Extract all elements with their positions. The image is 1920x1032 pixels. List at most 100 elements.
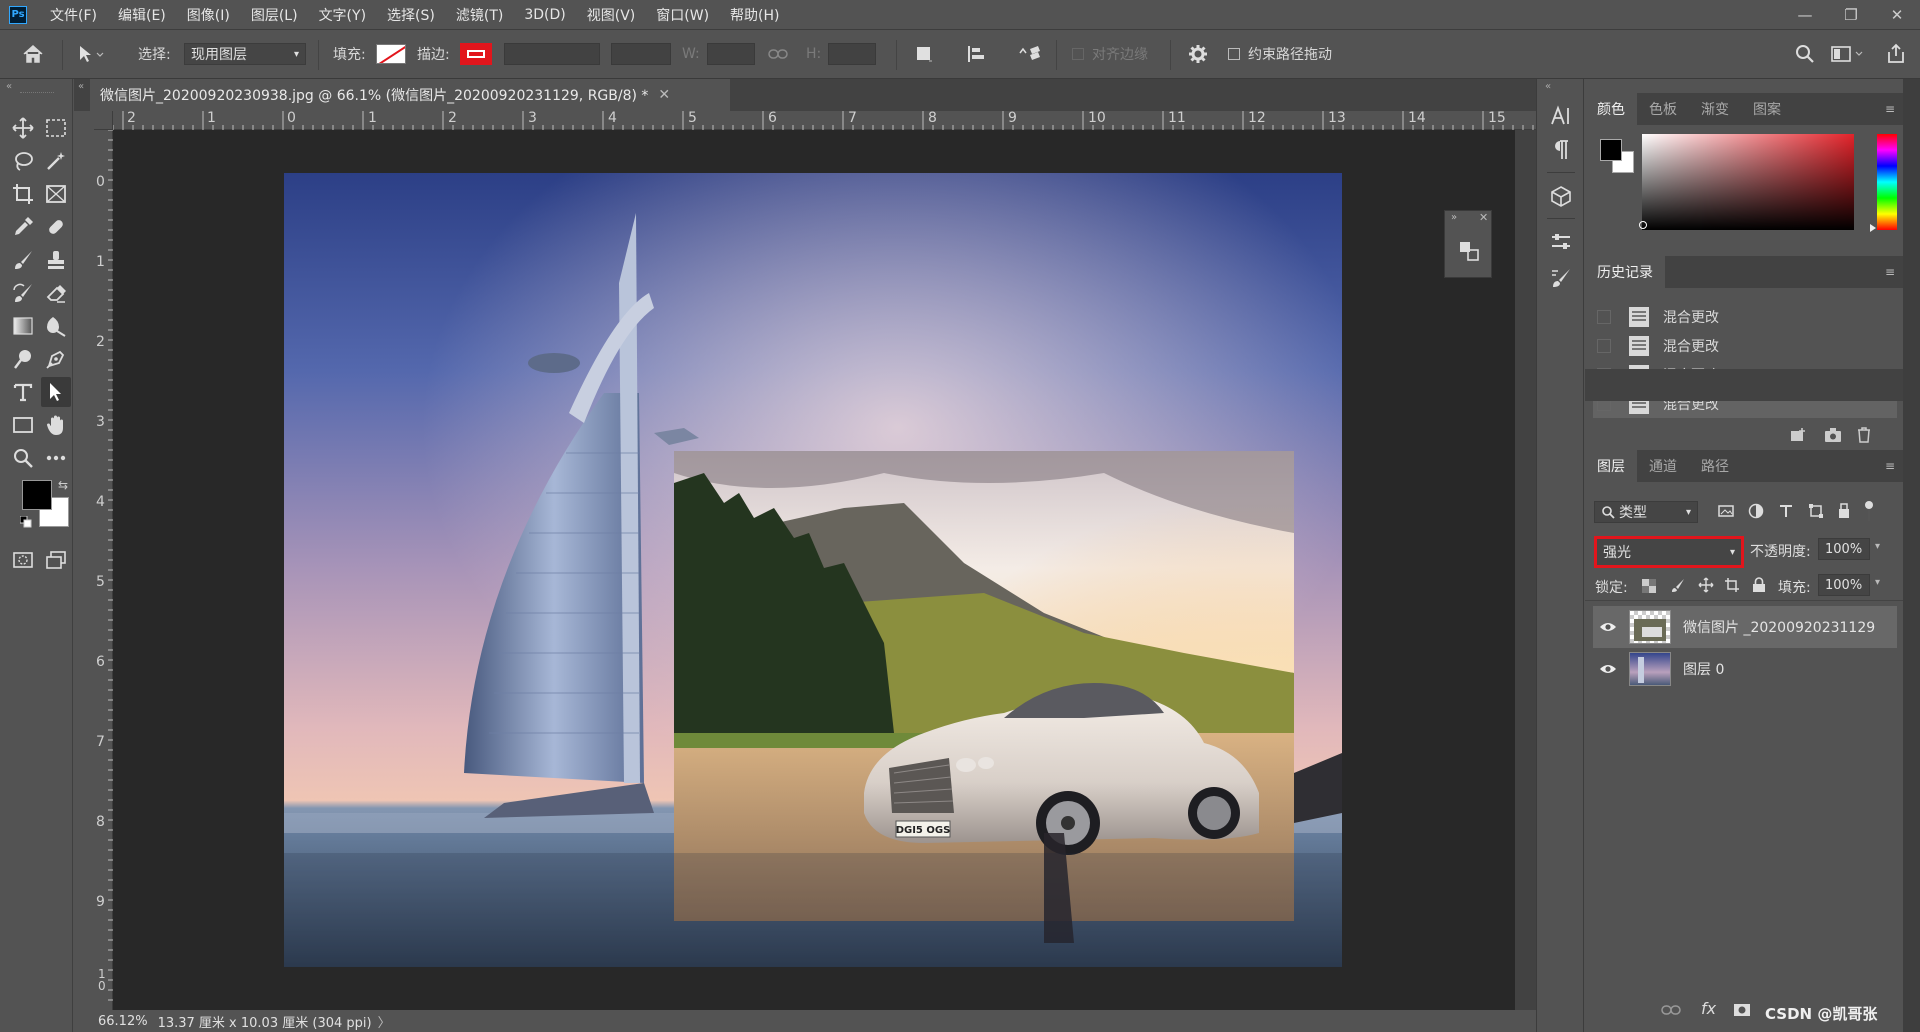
opacity-field[interactable]: 100% [1818, 538, 1870, 560]
zoom-tool-icon[interactable] [8, 443, 38, 473]
trash-icon[interactable] [1856, 427, 1872, 443]
lock-artboard-icon[interactable] [1724, 577, 1740, 593]
clone-stamp-tool-icon[interactable] [41, 245, 71, 275]
share-icon[interactable] [1886, 30, 1906, 78]
frame-tool-icon[interactable] [41, 179, 71, 209]
layer-filter-dropdown[interactable]: 类型 ▾ [1594, 501, 1698, 523]
paragraph-panel-icon[interactable] [1546, 135, 1576, 165]
stroke-type-dropdown[interactable] [611, 43, 671, 65]
panel-menu-icon[interactable]: ≡ [1885, 102, 1895, 116]
vertical-ruler[interactable]: 0 1 2 3 4 5 6 7 8 9 1 0 [94, 130, 113, 1010]
link-layers-icon[interactable] [1661, 1004, 1681, 1016]
blur-tool-icon[interactable] [41, 311, 71, 341]
camera-icon[interactable] [1824, 427, 1842, 443]
panel-menu-icon[interactable]: ≡ [1885, 265, 1895, 279]
menu-view[interactable]: 视图(V) [584, 3, 639, 27]
color-picker-field[interactable] [1642, 134, 1854, 230]
path-select-tool-icon[interactable] [76, 30, 106, 78]
panel-menu-icon[interactable]: ≡ [1885, 459, 1895, 473]
link-icon[interactable] [768, 30, 788, 78]
menu-file[interactable]: 文件(F) [47, 3, 100, 27]
magic-wand-tool-icon[interactable] [41, 146, 71, 176]
pen-tool-icon[interactable] [41, 344, 71, 374]
chevron-right-icon[interactable]: 〉 [378, 1012, 391, 1031]
brush-settings-icon[interactable] [1546, 263, 1576, 293]
direct-selection-tool-icon[interactable] [41, 377, 71, 407]
rectangle-tool-icon[interactable] [8, 410, 38, 440]
tab-color[interactable]: 颜色 [1585, 93, 1637, 125]
chevron-down-icon[interactable]: ▾ [1875, 541, 1880, 552]
menu-edit[interactable]: 编辑(E) [115, 3, 169, 27]
layer-mask-icon[interactable] [1733, 1003, 1751, 1017]
menu-type[interactable]: 文字(Y) [316, 3, 369, 27]
document-canvas[interactable]: DGI5 OGS [284, 173, 1342, 967]
lock-all-icon[interactable] [1752, 577, 1766, 593]
eyedropper-tool-icon[interactable] [8, 212, 38, 242]
width-field[interactable] [707, 43, 755, 65]
filter-type-icon[interactable] [1778, 503, 1794, 519]
marquee-tool-icon[interactable] [41, 113, 71, 143]
more-tools-icon[interactable] [41, 443, 71, 473]
eye-icon[interactable] [1593, 663, 1623, 675]
gear-icon[interactable] [1188, 30, 1208, 78]
stroke-width-field[interactable] [504, 43, 600, 65]
foreground-color-swatch[interactable] [22, 480, 52, 510]
eraser-tool-icon[interactable] [41, 278, 71, 308]
fx-icon[interactable]: fx [1701, 999, 1716, 1018]
lasso-tool-icon[interactable] [8, 146, 38, 176]
menu-layer[interactable]: 图层(L) [248, 3, 301, 27]
crop-tool-icon[interactable] [8, 179, 38, 209]
swap-colors-icon[interactable]: ⇆ [58, 478, 68, 492]
adjustments-icon[interactable] [1457, 239, 1481, 263]
type-tool-icon[interactable] [8, 377, 38, 407]
minimize-button[interactable]: — [1782, 0, 1828, 29]
new-document-from-state-icon[interactable] [1790, 427, 1808, 443]
history-brush-tool-icon[interactable] [8, 278, 38, 308]
tab-history[interactable]: 历史记录 [1585, 256, 1665, 288]
fill-opacity-field[interactable]: 100% [1818, 574, 1870, 596]
character-panel-icon[interactable] [1546, 101, 1576, 131]
history-item[interactable]: 混合更改 [1593, 303, 1897, 331]
constrain-path-checkbox[interactable]: 约束路径拖动 [1228, 30, 1332, 78]
lock-position-icon[interactable] [1698, 577, 1714, 593]
layer-name[interactable]: 微信图片 _20200920231129 [1683, 617, 1875, 637]
tab-channels[interactable]: 通道 [1637, 450, 1689, 482]
layer-row[interactable]: 图层 0 [1593, 648, 1897, 690]
blend-mode-dropdown[interactable]: 强光 ▾ [1594, 536, 1744, 568]
height-field[interactable] [828, 43, 876, 65]
layer-row[interactable]: 微信图片 _20200920231129 [1593, 606, 1897, 648]
select-layer-dropdown[interactable]: 现用图层 ▾ [184, 43, 306, 65]
eye-icon[interactable] [1593, 621, 1623, 633]
filter-adjustment-icon[interactable] [1748, 503, 1764, 519]
expand-arrows-icon[interactable]: » [1451, 212, 1457, 223]
tab-layers[interactable]: 图层 [1585, 450, 1637, 482]
close-document-icon[interactable]: ✕ [658, 87, 670, 103]
menu-window[interactable]: 窗口(W) [653, 3, 712, 27]
horizontal-ruler[interactable]: 2 1 0 1 2 3 4 5 6 7 8 9 10 11 12 13 14 1… [113, 110, 1536, 130]
search-icon[interactable] [1794, 30, 1816, 78]
layer-name[interactable]: 图层 0 [1683, 659, 1724, 679]
hand-tool-icon[interactable] [41, 410, 71, 440]
foreground-color-swatch[interactable] [1600, 139, 1622, 161]
ruler-origin[interactable] [94, 111, 113, 130]
quick-mask-icon[interactable] [8, 545, 38, 575]
filter-image-icon[interactable] [1718, 503, 1734, 519]
menu-filter[interactable]: 滤镜(T) [453, 3, 506, 27]
hue-slider[interactable] [1877, 134, 1897, 230]
path-alignment-icon[interactable] [966, 30, 986, 78]
gradient-tool-icon[interactable] [8, 311, 38, 341]
brush-tool-icon[interactable] [8, 245, 38, 275]
tab-gradients[interactable]: 渐变 [1689, 93, 1741, 125]
vertical-scrollbar[interactable] [1515, 130, 1536, 1010]
3d-panel-icon[interactable] [1546, 181, 1576, 211]
fill-swatch[interactable] [376, 30, 406, 78]
screen-mode-icon[interactable] [41, 545, 71, 575]
zoom-level[interactable]: 66.12% [98, 1014, 148, 1029]
tab-paths[interactable]: 路径 [1689, 450, 1741, 482]
stroke-swatch[interactable] [460, 30, 492, 78]
tab-swatches[interactable]: 色板 [1637, 93, 1689, 125]
menu-select[interactable]: 选择(S) [384, 3, 438, 27]
filter-toggle-icon[interactable] [1864, 500, 1874, 522]
collapse-arrows-icon[interactable]: « [6, 81, 12, 92]
menu-help[interactable]: 帮助(H) [727, 3, 782, 27]
